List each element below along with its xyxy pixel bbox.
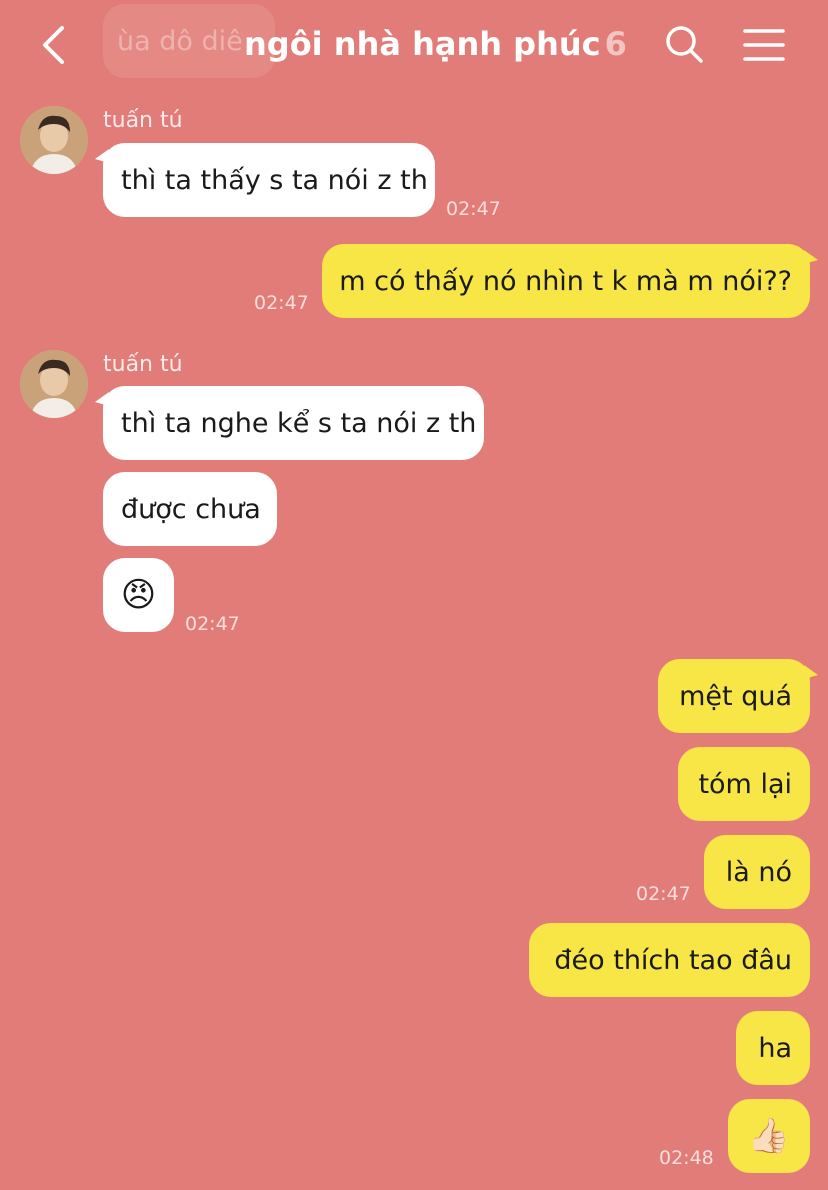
- message-text: ha: [758, 1032, 792, 1064]
- search-icon: [666, 26, 703, 63]
- outgoing-message-bubble[interactable]: 👍🏻: [728, 1099, 810, 1173]
- sender-name: tuấn tú: [103, 352, 183, 377]
- message-time: 02:47: [446, 198, 501, 220]
- message-text: thì ta thấy s ta nói z th: [121, 164, 428, 196]
- message-time: 02:47: [636, 883, 691, 905]
- avatar[interactable]: [20, 350, 88, 418]
- incoming-message-bubble[interactable]: thì ta thấy s ta nói z th: [95, 143, 435, 217]
- chevron-left-icon: [43, 26, 64, 64]
- message-text: tóm lại: [698, 768, 792, 800]
- avatar-photo: [20, 350, 88, 418]
- scrolled-message-text: ùa dô diê: [117, 26, 243, 57]
- chat-title-text: ngôi nhà hạnh phúc: [244, 25, 601, 63]
- incoming-message-bubble[interactable]: thì ta nghe kể s ta nói z th: [95, 386, 484, 460]
- sender-name: tuấn tú: [103, 108, 183, 133]
- avatar-photo: [20, 106, 88, 174]
- member-count: 6: [604, 25, 627, 63]
- hamburger-menu-icon: [743, 29, 785, 61]
- outgoing-message-bubble[interactable]: m có thấy nó nhìn t k mà m nói??: [322, 244, 818, 318]
- search-button[interactable]: [660, 20, 708, 68]
- message-text: thì ta nghe kể s ta nói z th: [121, 407, 477, 439]
- chat-title: ngôi nhà hạnh phúc 6: [244, 22, 627, 66]
- back-button[interactable]: [30, 20, 76, 70]
- outgoing-message-bubble[interactable]: đéo thích tao đâu: [529, 923, 810, 997]
- message-text: mệt quá: [679, 680, 792, 712]
- message-text: m có thấy nó nhìn t k mà m nói??: [339, 265, 792, 297]
- outgoing-message-bubble[interactable]: ha: [736, 1011, 810, 1085]
- chat-header: ùa dô diê ngôi nhà hạnh phúc 6: [0, 0, 828, 88]
- outgoing-message-bubble[interactable]: là nó: [704, 835, 810, 909]
- message-text: đéo thích tao đâu: [554, 944, 792, 976]
- message-time: 02:47: [254, 292, 309, 314]
- avatar[interactable]: [20, 106, 88, 174]
- incoming-message-bubble[interactable]: được chưa: [103, 472, 277, 546]
- menu-button[interactable]: [740, 24, 788, 66]
- incoming-message-bubble[interactable]: 😠: [103, 558, 174, 632]
- message-time: 02:48: [659, 1147, 714, 1169]
- message-time: 02:47: [185, 613, 240, 635]
- thumbs-up-emoji: 👍🏻: [747, 1116, 791, 1156]
- angry-face-emoji: 😠: [120, 575, 157, 615]
- message-text: được chưa: [121, 493, 261, 525]
- chat-screen: ùa dô diê ngôi nhà hạnh phúc 6 tuấn tú t…: [0, 0, 828, 1190]
- message-text: là nó: [725, 856, 792, 888]
- outgoing-message-bubble[interactable]: tóm lại: [678, 747, 810, 821]
- outgoing-message-bubble[interactable]: mệt quá: [658, 659, 818, 733]
